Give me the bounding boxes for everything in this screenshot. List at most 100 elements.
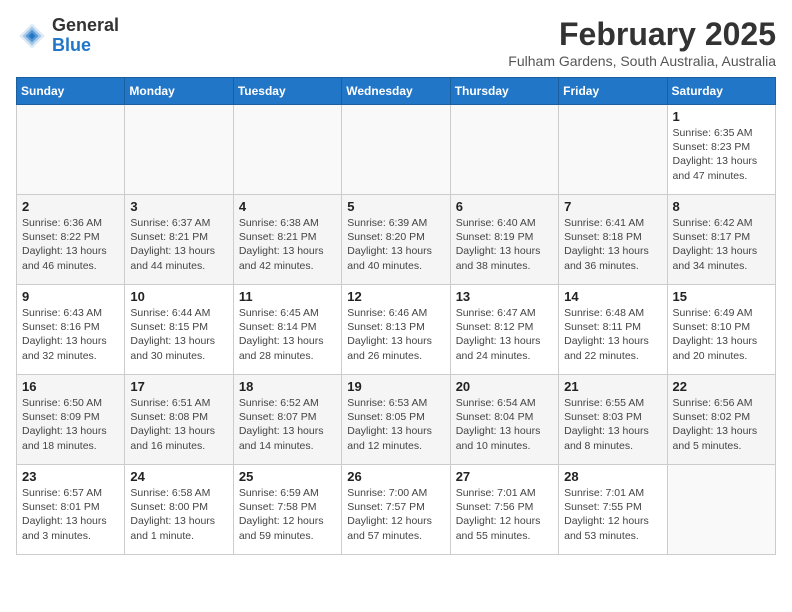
day-number: 14 — [564, 289, 661, 304]
page-header: General Blue February 2025 Fulham Garden… — [16, 16, 776, 69]
day-number: 10 — [130, 289, 227, 304]
calendar-cell: 17 Sunrise: 6:51 AM Sunset: 8:08 PM Dayli… — [125, 375, 233, 465]
logo-icon — [16, 20, 48, 52]
day-number: 2 — [22, 199, 119, 214]
day-info: Sunrise: 6:55 AM Sunset: 8:03 PM Dayligh… — [564, 396, 661, 453]
calendar-cell — [450, 105, 558, 195]
day-info: Sunrise: 6:37 AM Sunset: 8:21 PM Dayligh… — [130, 216, 227, 273]
day-number: 24 — [130, 469, 227, 484]
day-info: Sunrise: 6:48 AM Sunset: 8:11 PM Dayligh… — [564, 306, 661, 363]
day-info: Sunrise: 6:58 AM Sunset: 8:00 PM Dayligh… — [130, 486, 227, 543]
day-info: Sunrise: 6:46 AM Sunset: 8:13 PM Dayligh… — [347, 306, 444, 363]
calendar-cell: 23 Sunrise: 6:57 AM Sunset: 8:01 PM Dayli… — [17, 465, 125, 555]
day-number: 13 — [456, 289, 553, 304]
calendar-cell: 9 Sunrise: 6:43 AM Sunset: 8:16 PM Daylig… — [17, 285, 125, 375]
day-number: 9 — [22, 289, 119, 304]
calendar-cell: 14 Sunrise: 6:48 AM Sunset: 8:11 PM Dayli… — [559, 285, 667, 375]
calendar-cell: 10 Sunrise: 6:44 AM Sunset: 8:15 PM Dayli… — [125, 285, 233, 375]
day-info: Sunrise: 6:59 AM Sunset: 7:58 PM Dayligh… — [239, 486, 336, 543]
day-info: Sunrise: 7:01 AM Sunset: 7:56 PM Dayligh… — [456, 486, 553, 543]
calendar-cell: 28 Sunrise: 7:01 AM Sunset: 7:55 PM Dayli… — [559, 465, 667, 555]
weekday-header-wednesday: Wednesday — [342, 78, 450, 105]
day-info: Sunrise: 6:53 AM Sunset: 8:05 PM Dayligh… — [347, 396, 444, 453]
day-number: 6 — [456, 199, 553, 214]
calendar-cell — [667, 465, 775, 555]
day-info: Sunrise: 7:01 AM Sunset: 7:55 PM Dayligh… — [564, 486, 661, 543]
day-number: 27 — [456, 469, 553, 484]
calendar-cell: 2 Sunrise: 6:36 AM Sunset: 8:22 PM Daylig… — [17, 195, 125, 285]
calendar-cell: 11 Sunrise: 6:45 AM Sunset: 8:14 PM Dayli… — [233, 285, 341, 375]
day-number: 21 — [564, 379, 661, 394]
weekday-header-friday: Friday — [559, 78, 667, 105]
calendar-cell: 19 Sunrise: 6:53 AM Sunset: 8:05 PM Dayli… — [342, 375, 450, 465]
day-info: Sunrise: 6:39 AM Sunset: 8:20 PM Dayligh… — [347, 216, 444, 273]
calendar-cell: 1 Sunrise: 6:35 AM Sunset: 8:23 PM Daylig… — [667, 105, 775, 195]
day-number: 28 — [564, 469, 661, 484]
day-number: 12 — [347, 289, 444, 304]
logo-text: General Blue — [52, 16, 119, 56]
day-info: Sunrise: 6:43 AM Sunset: 8:16 PM Dayligh… — [22, 306, 119, 363]
day-number: 1 — [673, 109, 770, 124]
day-number: 11 — [239, 289, 336, 304]
calendar-cell: 6 Sunrise: 6:40 AM Sunset: 8:19 PM Daylig… — [450, 195, 558, 285]
calendar-cell: 25 Sunrise: 6:59 AM Sunset: 7:58 PM Dayli… — [233, 465, 341, 555]
weekday-header-saturday: Saturday — [667, 78, 775, 105]
day-info: Sunrise: 6:57 AM Sunset: 8:01 PM Dayligh… — [22, 486, 119, 543]
calendar-cell: 13 Sunrise: 6:47 AM Sunset: 8:12 PM Dayli… — [450, 285, 558, 375]
day-number: 26 — [347, 469, 444, 484]
calendar-cell: 7 Sunrise: 6:41 AM Sunset: 8:18 PM Daylig… — [559, 195, 667, 285]
calendar-cell: 3 Sunrise: 6:37 AM Sunset: 8:21 PM Daylig… — [125, 195, 233, 285]
day-info: Sunrise: 6:50 AM Sunset: 8:09 PM Dayligh… — [22, 396, 119, 453]
calendar-cell: 4 Sunrise: 6:38 AM Sunset: 8:21 PM Daylig… — [233, 195, 341, 285]
title-block: February 2025 Fulham Gardens, South Aust… — [508, 16, 776, 69]
calendar-cell — [17, 105, 125, 195]
day-number: 15 — [673, 289, 770, 304]
location: Fulham Gardens, South Australia, Austral… — [508, 53, 776, 69]
day-info: Sunrise: 6:41 AM Sunset: 8:18 PM Dayligh… — [564, 216, 661, 273]
calendar-cell: 18 Sunrise: 6:52 AM Sunset: 8:07 PM Dayli… — [233, 375, 341, 465]
day-info: Sunrise: 6:40 AM Sunset: 8:19 PM Dayligh… — [456, 216, 553, 273]
logo: General Blue — [16, 16, 119, 56]
day-number: 25 — [239, 469, 336, 484]
day-number: 7 — [564, 199, 661, 214]
calendar-cell: 16 Sunrise: 6:50 AM Sunset: 8:09 PM Dayli… — [17, 375, 125, 465]
calendar-cell: 27 Sunrise: 7:01 AM Sunset: 7:56 PM Dayli… — [450, 465, 558, 555]
calendar-cell: 24 Sunrise: 6:58 AM Sunset: 8:00 PM Dayli… — [125, 465, 233, 555]
month-title: February 2025 — [508, 16, 776, 53]
weekday-header-monday: Monday — [125, 78, 233, 105]
day-number: 23 — [22, 469, 119, 484]
day-info: Sunrise: 7:00 AM Sunset: 7:57 PM Dayligh… — [347, 486, 444, 543]
weekday-header-thursday: Thursday — [450, 78, 558, 105]
day-number: 18 — [239, 379, 336, 394]
weekday-header-tuesday: Tuesday — [233, 78, 341, 105]
day-number: 3 — [130, 199, 227, 214]
day-info: Sunrise: 6:49 AM Sunset: 8:10 PM Dayligh… — [673, 306, 770, 363]
day-number: 5 — [347, 199, 444, 214]
day-info: Sunrise: 6:45 AM Sunset: 8:14 PM Dayligh… — [239, 306, 336, 363]
day-number: 19 — [347, 379, 444, 394]
day-info: Sunrise: 6:51 AM Sunset: 8:08 PM Dayligh… — [130, 396, 227, 453]
calendar-cell: 26 Sunrise: 7:00 AM Sunset: 7:57 PM Dayli… — [342, 465, 450, 555]
calendar-cell: 12 Sunrise: 6:46 AM Sunset: 8:13 PM Dayli… — [342, 285, 450, 375]
day-number: 16 — [22, 379, 119, 394]
day-number: 4 — [239, 199, 336, 214]
calendar-cell: 5 Sunrise: 6:39 AM Sunset: 8:20 PM Daylig… — [342, 195, 450, 285]
calendar-cell — [125, 105, 233, 195]
day-info: Sunrise: 6:47 AM Sunset: 8:12 PM Dayligh… — [456, 306, 553, 363]
day-info: Sunrise: 6:52 AM Sunset: 8:07 PM Dayligh… — [239, 396, 336, 453]
day-number: 8 — [673, 199, 770, 214]
calendar-cell — [342, 105, 450, 195]
day-info: Sunrise: 6:56 AM Sunset: 8:02 PM Dayligh… — [673, 396, 770, 453]
day-info: Sunrise: 6:36 AM Sunset: 8:22 PM Dayligh… — [22, 216, 119, 273]
day-info: Sunrise: 6:35 AM Sunset: 8:23 PM Dayligh… — [673, 126, 770, 183]
calendar-cell — [559, 105, 667, 195]
calendar-table: SundayMondayTuesdayWednesdayThursdayFrid… — [16, 77, 776, 555]
weekday-header-sunday: Sunday — [17, 78, 125, 105]
calendar-cell: 21 Sunrise: 6:55 AM Sunset: 8:03 PM Dayli… — [559, 375, 667, 465]
day-info: Sunrise: 6:38 AM Sunset: 8:21 PM Dayligh… — [239, 216, 336, 273]
calendar-cell: 8Sunrise: 6:42 AM Sunset: 8:17 PM Daylig… — [667, 195, 775, 285]
day-number: 17 — [130, 379, 227, 394]
day-info: Sunrise: 6:44 AM Sunset: 8:15 PM Dayligh… — [130, 306, 227, 363]
calendar-cell: 20Sunrise: 6:54 AM Sunset: 8:04 PM Dayli… — [450, 375, 558, 465]
day-number: 22 — [673, 379, 770, 394]
